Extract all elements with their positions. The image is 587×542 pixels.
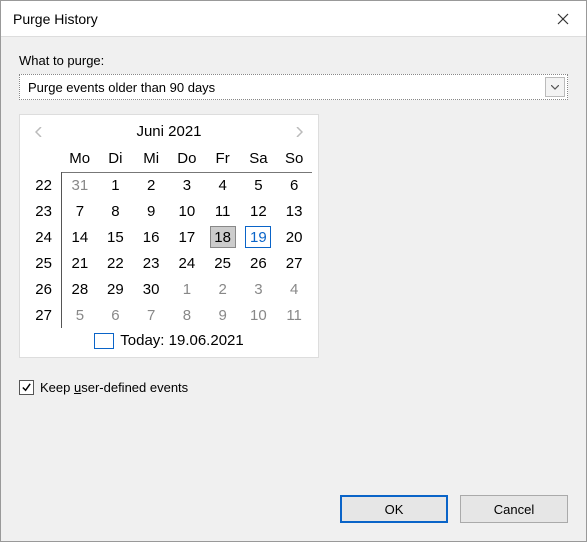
calendar-day[interactable]: 2	[205, 276, 241, 302]
calendar-day[interactable]: 1	[98, 172, 134, 198]
calendar-week-header	[26, 146, 62, 172]
today-label: Today: 19.06.2021	[120, 332, 243, 349]
calendar-week-number: 25	[26, 250, 62, 276]
calendar-week-number: 26	[26, 276, 62, 302]
checkmark-icon	[21, 382, 32, 393]
weekday-header: Do	[169, 146, 205, 172]
calendar-day[interactable]: 20	[276, 224, 312, 250]
calendar-week-row: 2521222324252627	[26, 250, 312, 276]
calendar-week-number: 22	[26, 172, 62, 198]
calendar-day[interactable]: 14	[62, 224, 98, 250]
calendar-day[interactable]: 19	[241, 224, 277, 250]
chevron-right-icon	[295, 127, 303, 137]
calendar-day[interactable]: 2	[133, 172, 169, 198]
calendar-day[interactable]: 6	[276, 172, 312, 198]
calendar-grid: Mo Di Mi Do Fr Sa So 2231123456237891011…	[26, 146, 312, 328]
calendar-week-row: 2414151617181920	[26, 224, 312, 250]
calendar-day[interactable]: 13	[276, 198, 312, 224]
calendar-day[interactable]: 7	[133, 302, 169, 328]
calendar-day[interactable]: 10	[169, 198, 205, 224]
calendar-prev-button[interactable]	[32, 125, 46, 139]
calendar-week-number: 24	[26, 224, 62, 250]
keep-events-checkbox[interactable]	[19, 380, 34, 395]
titlebar: Purge History	[1, 1, 586, 37]
calendar-day[interactable]: 16	[133, 224, 169, 250]
calendar-day[interactable]: 8	[98, 198, 134, 224]
calendar-day[interactable]: 22	[98, 250, 134, 276]
dropdown-value: Purge events older than 90 days	[28, 80, 215, 95]
calendar-week-number: 27	[26, 302, 62, 328]
weekday-header: Di	[98, 146, 134, 172]
cancel-button[interactable]: Cancel	[460, 495, 568, 523]
window-title: Purge History	[13, 11, 98, 27]
calendar: Juni 2021 Mo Di Mi Do	[19, 114, 319, 358]
weekday-header: Fr	[205, 146, 241, 172]
dialog-buttons: OK Cancel	[19, 479, 568, 541]
calendar-day[interactable]: 10	[241, 302, 277, 328]
calendar-day[interactable]: 4	[205, 172, 241, 198]
keep-events-label: Keep user-defined events	[40, 380, 188, 395]
weekday-header: So	[276, 146, 312, 172]
calendar-day[interactable]: 28	[62, 276, 98, 302]
calendar-month-title: Juni 2021	[136, 123, 201, 140]
calendar-day[interactable]: 25	[205, 250, 241, 276]
calendar-day[interactable]: 11	[276, 302, 312, 328]
chevron-down-icon	[551, 85, 559, 90]
calendar-day[interactable]: 24	[169, 250, 205, 276]
calendar-day[interactable]: 7	[62, 198, 98, 224]
dialog-content: What to purge: Purge events older than 9…	[1, 37, 586, 541]
calendar-day[interactable]: 3	[169, 172, 205, 198]
calendar-day[interactable]: 6	[98, 302, 134, 328]
weekday-header: Mo	[62, 146, 98, 172]
calendar-day[interactable]: 5	[62, 302, 98, 328]
calendar-week-row: 2378910111213	[26, 198, 312, 224]
calendar-day[interactable]: 8	[169, 302, 205, 328]
calendar-day[interactable]: 15	[98, 224, 134, 250]
calendar-day[interactable]: 3	[241, 276, 277, 302]
calendar-day[interactable]: 23	[133, 250, 169, 276]
dialog-window: Purge History What to purge: Purge event…	[0, 0, 587, 542]
calendar-week-number: 23	[26, 198, 62, 224]
calendar-day[interactable]: 29	[98, 276, 134, 302]
calendar-week-row: 27567891011	[26, 302, 312, 328]
calendar-week-row: 2231123456	[26, 172, 312, 198]
ok-button[interactable]: OK	[340, 495, 448, 523]
calendar-day[interactable]: 21	[62, 250, 98, 276]
keep-events-checkbox-row[interactable]: Keep user-defined events	[19, 380, 568, 395]
calendar-today-row[interactable]: Today: 19.06.2021	[26, 332, 312, 349]
calendar-day[interactable]: 31	[62, 172, 98, 198]
calendar-day[interactable]: 27	[276, 250, 312, 276]
calendar-day[interactable]: 9	[133, 198, 169, 224]
calendar-day[interactable]: 30	[133, 276, 169, 302]
weekday-header: Sa	[241, 146, 277, 172]
today-indicator-icon	[94, 333, 114, 349]
calendar-day[interactable]: 18	[205, 224, 241, 250]
close-icon	[557, 13, 569, 25]
chevron-left-icon	[35, 127, 43, 137]
calendar-day[interactable]: 26	[241, 250, 277, 276]
what-to-purge-label: What to purge:	[19, 53, 568, 68]
calendar-day[interactable]: 11	[205, 198, 241, 224]
calendar-container: Juni 2021 Mo Di Mi Do	[19, 114, 568, 358]
calendar-day[interactable]: 17	[169, 224, 205, 250]
calendar-week-row: 262829301234	[26, 276, 312, 302]
close-button[interactable]	[540, 1, 586, 37]
calendar-header: Juni 2021	[26, 119, 312, 146]
calendar-day[interactable]: 12	[241, 198, 277, 224]
purge-dropdown[interactable]: Purge events older than 90 days	[19, 74, 568, 100]
calendar-day[interactable]: 9	[205, 302, 241, 328]
calendar-day[interactable]: 4	[276, 276, 312, 302]
calendar-day[interactable]: 5	[241, 172, 277, 198]
calendar-day[interactable]: 1	[169, 276, 205, 302]
dropdown-arrow-button[interactable]	[545, 77, 565, 97]
calendar-weekday-row: Mo Di Mi Do Fr Sa So	[26, 146, 312, 172]
calendar-next-button[interactable]	[292, 125, 306, 139]
weekday-header: Mi	[133, 146, 169, 172]
